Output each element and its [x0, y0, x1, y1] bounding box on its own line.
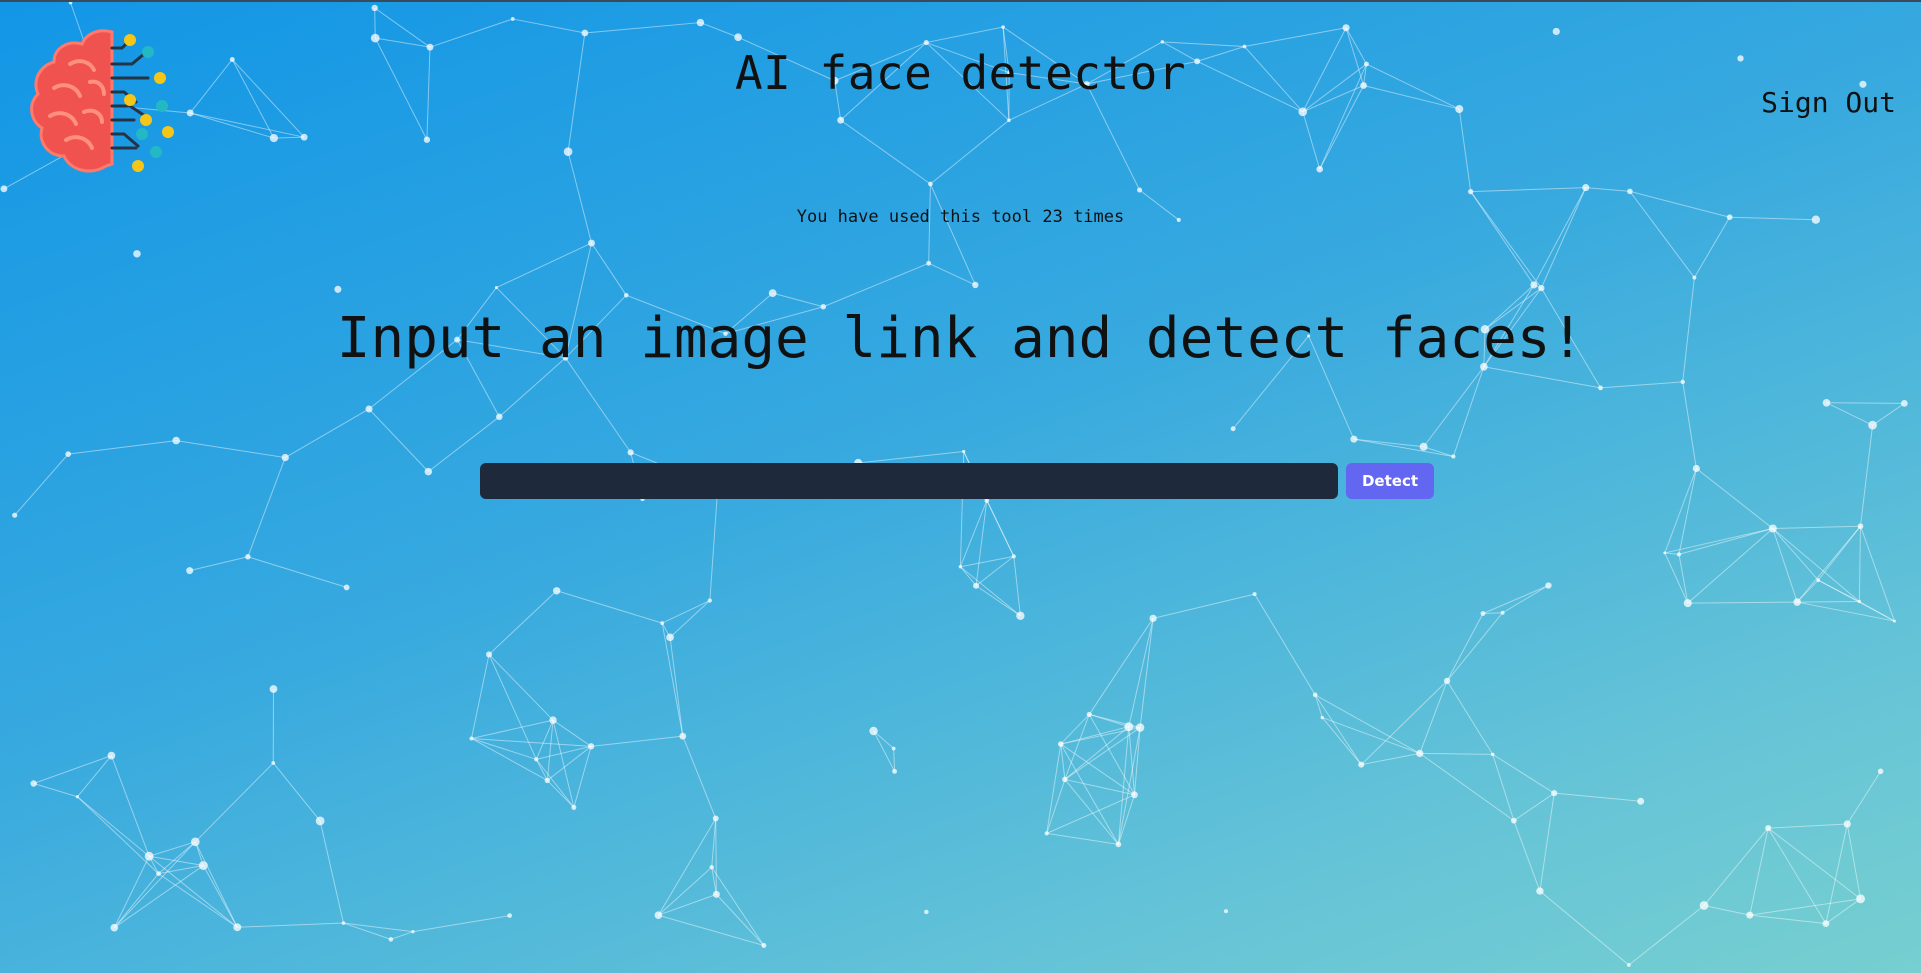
image-link-form: Detect — [480, 463, 1434, 499]
detect-button[interactable]: Detect — [1346, 463, 1434, 499]
app-title: AI face detector — [734, 46, 1187, 100]
window-top-border — [0, 0, 1921, 2]
usage-count-text: You have used this tool 23 times — [796, 207, 1125, 227]
image-url-input[interactable] — [480, 463, 1338, 499]
page-headline: Input an image link and detect faces! — [336, 306, 1585, 371]
sign-out-link[interactable]: Sign Out — [1761, 86, 1896, 119]
